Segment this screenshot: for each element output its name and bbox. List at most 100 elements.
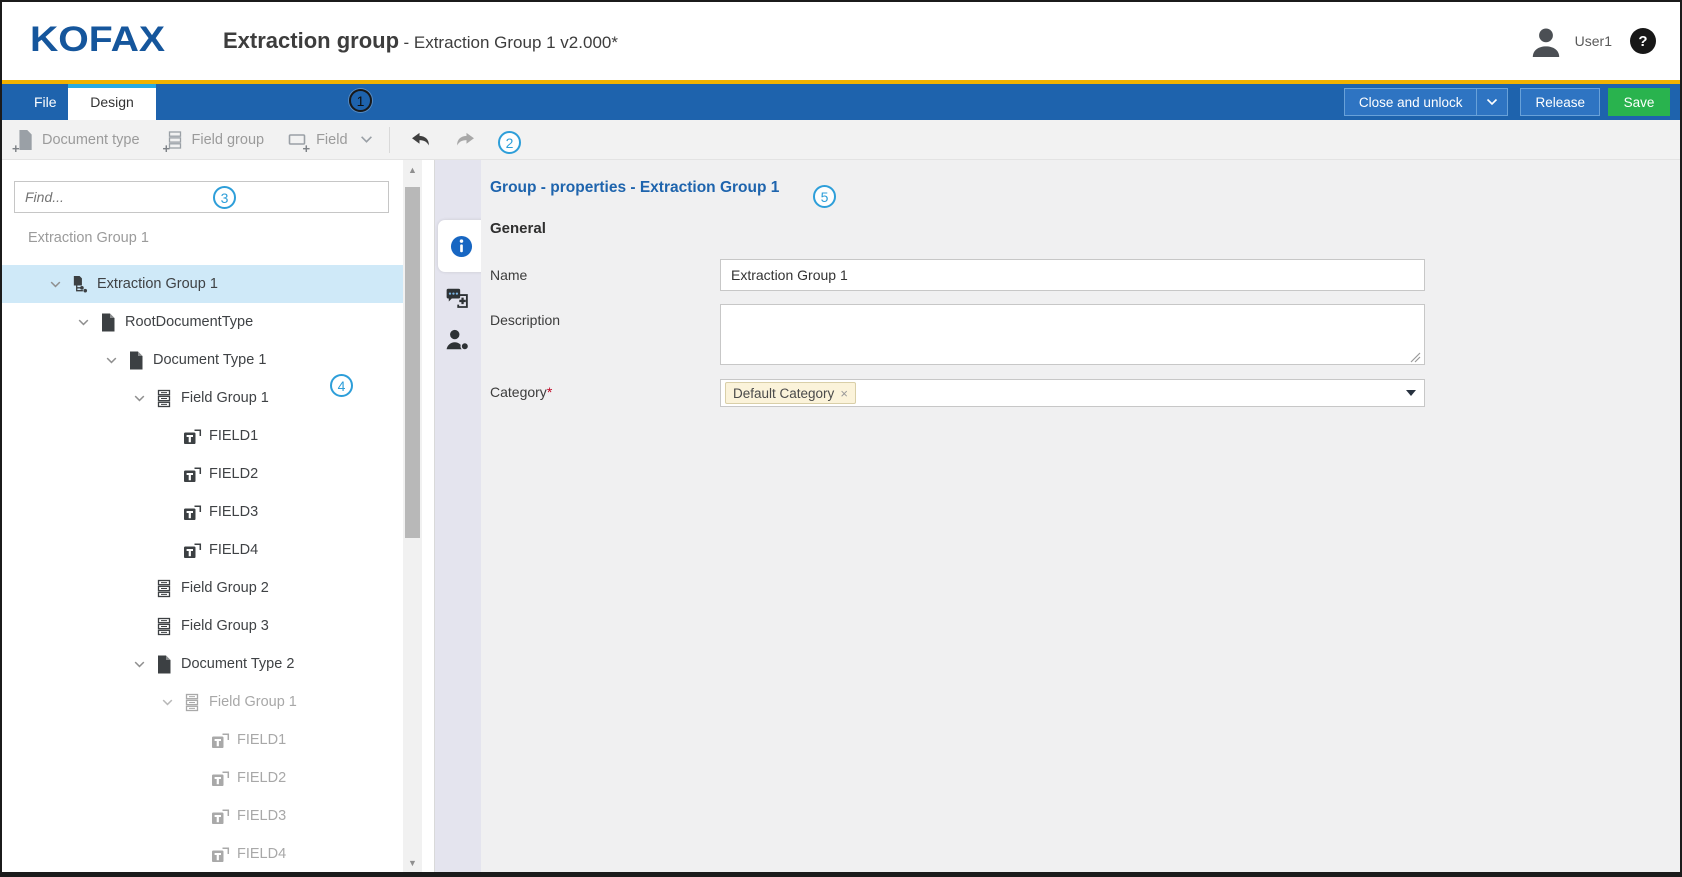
group-root-label: Extraction Group 1 — [28, 230, 149, 246]
tree-item[interactable]: FIELD2 — [2, 759, 403, 797]
save-button[interactable]: Save — [1608, 88, 1670, 116]
tree: Extraction Group 1 RootDocumentType Docume… — [2, 265, 403, 873]
callout-1: 1 — [349, 89, 372, 112]
user-area: User1 ? — [1527, 2, 1656, 80]
tree-item[interactable]: FIELD1 — [2, 721, 403, 759]
document-icon — [126, 350, 146, 370]
tree-item[interactable]: Extraction Group 1 — [2, 265, 403, 303]
tree-item[interactable]: Document Type 2 — [2, 645, 403, 683]
redo-button[interactable] — [450, 127, 480, 153]
chevron-down-icon[interactable] — [160, 695, 174, 709]
tab-add-locale[interactable] — [435, 276, 481, 320]
tree-item[interactable]: FIELD4 — [2, 531, 403, 569]
field-icon — [182, 502, 202, 522]
tree-item[interactable]: Field Group 2 — [2, 569, 403, 607]
panel-gap — [422, 160, 435, 873]
tab-general-info[interactable] — [438, 220, 484, 272]
tree-item[interactable]: FIELD3 — [2, 797, 403, 835]
properties-heading: Group - properties - Extraction Group 1 — [490, 179, 779, 197]
name-field[interactable] — [720, 259, 1425, 291]
close-options-dropdown[interactable] — [1476, 88, 1508, 116]
tree-item-label: RootDocumentType — [125, 314, 253, 330]
chevron-down-icon — [360, 135, 373, 144]
tree-item-label: FIELD3 — [209, 504, 258, 520]
tree-item[interactable]: FIELD2 — [2, 455, 403, 493]
tree-item[interactable]: FIELD3 — [2, 493, 403, 531]
scrollbar-thumb[interactable] — [405, 187, 420, 538]
chevron-down-icon[interactable] — [76, 315, 90, 329]
release-button[interactable]: Release — [1520, 88, 1600, 116]
add-field-button[interactable]: + Field — [288, 129, 347, 151]
field-icon — [210, 844, 230, 864]
help-icon[interactable]: ? — [1630, 28, 1656, 54]
scroll-up-icon[interactable]: ▲ — [403, 162, 422, 178]
toolbar-divider — [389, 127, 390, 153]
tree-item[interactable]: RootDocumentType — [2, 303, 403, 341]
chevron-down-icon[interactable] — [132, 391, 146, 405]
field-add-icon: + — [288, 129, 310, 151]
tree-scrollbar[interactable]: ▲ ▼ — [403, 160, 422, 873]
callout-3: 3 — [213, 186, 236, 209]
tree-item-label: Field Group 3 — [181, 618, 269, 634]
category-select[interactable]: Default Category × — [720, 379, 1425, 407]
redo-icon — [454, 132, 476, 148]
tab-roles[interactable] — [435, 318, 481, 362]
tree-item-label: FIELD4 — [209, 542, 258, 558]
tree-item[interactable]: Field Group 1 — [2, 683, 403, 721]
properties-panel: Group - properties - Extraction Group 1 … — [481, 160, 1680, 873]
ribbon: File Design Close and unlock Release Sav… — [2, 84, 1680, 120]
username-label: User1 — [1575, 33, 1612, 49]
ribbon-buttons: Close and unlock Release Save — [1344, 88, 1670, 116]
callout-4: 4 — [330, 374, 353, 397]
required-marker: * — [547, 384, 552, 400]
section-title: General — [490, 220, 546, 237]
tree-item-label: Field Group 1 — [209, 694, 297, 710]
field-icon — [182, 540, 202, 560]
app-window: KOFAX Extraction group - Extraction Grou… — [0, 0, 1682, 877]
field-options-dropdown[interactable] — [360, 135, 373, 144]
tree-item-label: FIELD1 — [237, 732, 286, 748]
description-field[interactable] — [720, 304, 1425, 365]
chevron-down-icon[interactable] — [104, 353, 118, 367]
remove-tag-icon[interactable]: × — [840, 386, 848, 401]
content-area: Extraction Group 1 Extraction Group 1 Roo… — [2, 160, 1680, 873]
search-input[interactable] — [14, 181, 389, 213]
undo-button[interactable] — [406, 127, 436, 153]
user-avatar-icon[interactable] — [1527, 22, 1565, 60]
tree-item[interactable]: Field Group 3 — [2, 607, 403, 645]
scroll-down-icon[interactable]: ▼ — [403, 855, 422, 871]
page-title: Extraction group - Extraction Group 1 v2… — [223, 28, 618, 54]
tree-item[interactable]: FIELD4 — [2, 835, 403, 873]
undo-icon — [410, 132, 432, 148]
properties-tabstrip — [435, 160, 481, 873]
tree-item[interactable]: FIELD1 — [2, 417, 403, 455]
extraction-group-icon — [70, 274, 90, 294]
tree-item-label: Field Group 1 — [181, 390, 269, 406]
chevron-down-icon — [1486, 98, 1498, 106]
add-document-type-button[interactable]: + Document type — [14, 129, 140, 151]
tree-item-label: Field Group 2 — [181, 580, 269, 596]
info-icon — [450, 235, 473, 258]
tab-design[interactable]: Design — [68, 84, 156, 120]
app-header: KOFAX Extraction group - Extraction Grou… — [2, 2, 1680, 80]
field-group-icon — [182, 692, 202, 712]
tree-item-label: FIELD2 — [237, 770, 286, 786]
document-add-icon: + — [14, 129, 36, 151]
tab-file[interactable]: File — [20, 84, 71, 120]
category-label: Category* — [490, 384, 552, 400]
tree-item-label: FIELD1 — [209, 428, 258, 444]
chevron-down-icon[interactable] — [132, 657, 146, 671]
field-icon — [182, 464, 202, 484]
category-tag: Default Category × — [725, 382, 856, 404]
field-group-icon — [154, 388, 174, 408]
select-dropdown-icon[interactable] — [1406, 390, 1416, 396]
field-group-icon — [154, 578, 174, 598]
close-and-unlock-button[interactable]: Close and unlock — [1344, 88, 1477, 116]
field-group-icon — [154, 616, 174, 636]
tree-item-label: FIELD3 — [237, 808, 286, 824]
tree-item-label: Document Type 2 — [181, 656, 294, 672]
add-field-group-button[interactable]: + Field group — [164, 129, 265, 151]
chevron-down-icon[interactable] — [48, 277, 62, 291]
field-icon — [210, 730, 230, 750]
field-icon — [182, 426, 202, 446]
